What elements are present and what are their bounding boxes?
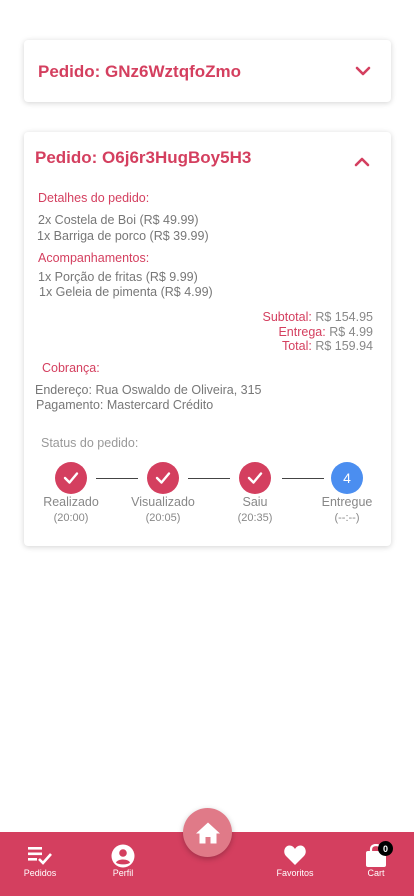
nav-label: Favoritos bbox=[276, 868, 314, 878]
side-item: 1x Porção de fritas (R$ 9.99) bbox=[38, 270, 198, 284]
step-time: (20:00) bbox=[53, 512, 89, 524]
step-connector bbox=[96, 478, 138, 479]
step-entregue-number: 4 bbox=[331, 462, 363, 494]
home-button[interactable] bbox=[183, 808, 232, 857]
step-name: Visualizado bbox=[131, 495, 195, 509]
total-row: Total: R$ 159.94 bbox=[281, 339, 373, 353]
sides-label: Acompanhamentos: bbox=[38, 251, 150, 265]
order-item: 1x Barriga de porco (R$ 39.99) bbox=[37, 229, 209, 243]
step-time: (--:--) bbox=[334, 512, 360, 524]
step-saiu-check-icon bbox=[239, 462, 271, 494]
chevron-down-icon[interactable] bbox=[354, 62, 372, 80]
step-connector bbox=[188, 478, 230, 479]
step-time: (20:05) bbox=[145, 512, 181, 524]
order-card-expanded: Pedido: O6j6r3HugBoy5H3 Detalhes do pedi… bbox=[24, 132, 391, 546]
delivery-address: Endereço: Rua Oswaldo de Oliveira, 315 bbox=[35, 383, 262, 397]
nav-label: Pedidos bbox=[23, 868, 57, 878]
account-circle-icon bbox=[111, 844, 135, 868]
subtotal-row: Subtotal: R$ 154.95 bbox=[262, 310, 373, 324]
step-realizado-check-icon bbox=[55, 462, 87, 494]
nav-item-cart[interactable]: Cart bbox=[354, 832, 398, 896]
order-totals: Subtotal: R$ 154.95 Entrega: R$ 4.99 Tot… bbox=[262, 310, 373, 354]
nav-item-favoritos[interactable]: Favoritos bbox=[273, 832, 317, 896]
order-details-label: Detalhes do pedido: bbox=[38, 191, 150, 205]
nav-item-perfil[interactable]: Perfil bbox=[101, 832, 145, 896]
chevron-up-icon[interactable] bbox=[353, 153, 371, 171]
step-visualizado-check-icon bbox=[147, 462, 179, 494]
side-item: 1x Geleia de pimenta (R$ 4.99) bbox=[39, 285, 213, 299]
cart-count-badge: 0 bbox=[378, 841, 393, 856]
nav-label: Perfil bbox=[112, 868, 134, 878]
order-list-icon bbox=[28, 847, 52, 865]
step-name: Entregue bbox=[321, 495, 373, 509]
billing-label: Cobrança: bbox=[42, 361, 100, 375]
step-time: (20:35) bbox=[237, 512, 273, 524]
nav-label: Cart bbox=[367, 868, 385, 878]
status-label: Status do pedido: bbox=[41, 436, 139, 450]
step-name: Realizado bbox=[43, 495, 99, 509]
step-connector bbox=[282, 478, 324, 479]
order-title: Pedido: GNz6WztqfoZmo bbox=[38, 62, 242, 81]
order-card-collapsed[interactable]: Pedido: GNz6WztqfoZmo bbox=[24, 40, 391, 102]
step-name: Saiu bbox=[242, 495, 268, 509]
order-title: Pedido: O6j6r3HugBoy5H3 bbox=[35, 148, 252, 167]
heart-icon bbox=[284, 845, 306, 865]
order-item: 2x Costela de Boi (R$ 49.99) bbox=[38, 213, 199, 227]
nav-item-pedidos[interactable]: Pedidos bbox=[18, 832, 62, 896]
home-icon bbox=[195, 822, 220, 843]
delivery-row: Entrega: R$ 4.99 bbox=[278, 324, 373, 339]
payment-method: Pagamento: Mastercard Crédito bbox=[36, 398, 214, 412]
